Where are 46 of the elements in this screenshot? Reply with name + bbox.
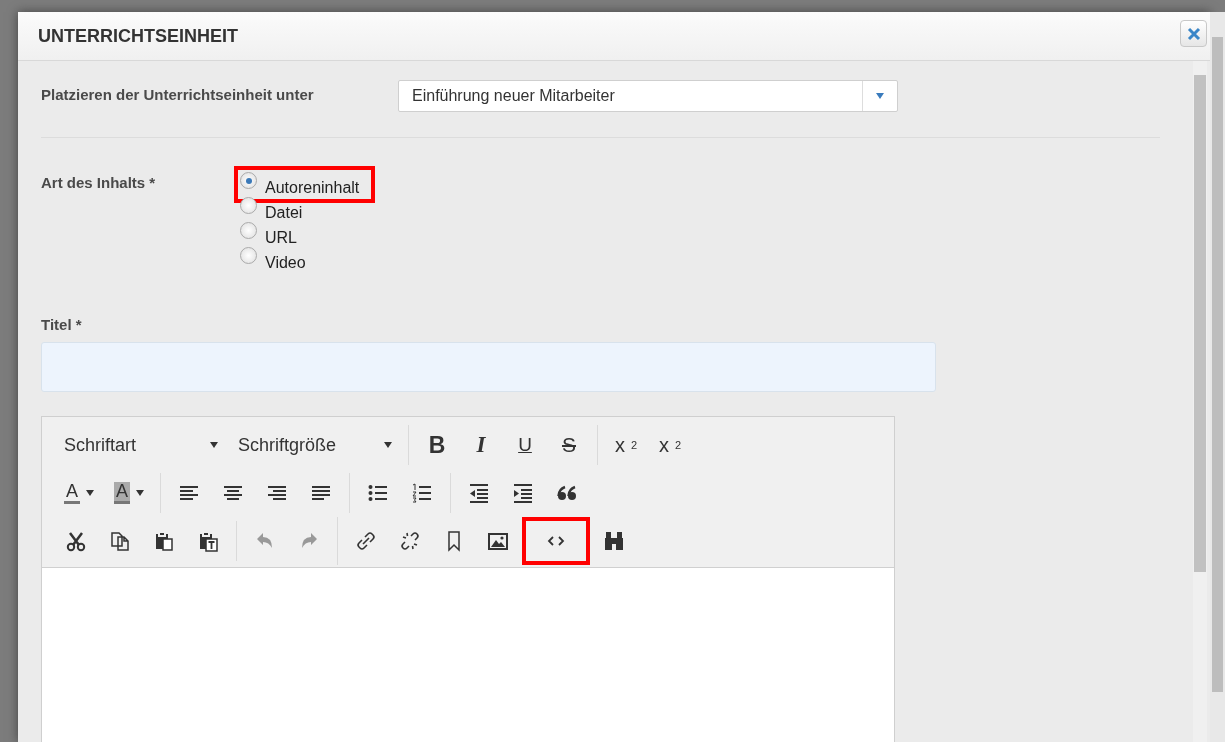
- radio-button[interactable]: [240, 247, 257, 264]
- scissors-icon: [65, 530, 87, 552]
- field-label: Art des Inhalts *: [41, 173, 157, 193]
- italic-button[interactable]: I: [461, 425, 501, 465]
- font-dropdown[interactable]: Schriftart: [56, 425, 226, 465]
- caret-icon: [384, 442, 392, 448]
- script-button[interactable]: x$^{2}$: [650, 425, 690, 465]
- radio-button[interactable]: [240, 222, 257, 239]
- bg-color-button[interactable]: A: [106, 473, 153, 513]
- text-color-button[interactable]: A: [56, 473, 102, 513]
- numbered-list-icon: [411, 482, 434, 504]
- clipboard-text-icon: [197, 530, 219, 552]
- image-icon: [487, 530, 509, 552]
- caret-icon: [210, 442, 218, 448]
- caret-icon: [86, 490, 94, 496]
- close-icon: [1185, 25, 1202, 42]
- radio-option[interactable]: Datei: [240, 197, 370, 222]
- scrollbar[interactable]: [1193, 61, 1207, 742]
- outdent-icon: [468, 482, 491, 504]
- radio-button[interactable]: [240, 172, 257, 189]
- bullet-list-icon: [367, 482, 390, 504]
- font-dropdown[interactable]: Schriftgröße: [230, 425, 400, 465]
- broken-link-icon: [399, 530, 421, 552]
- bold-button[interactable]: B: [417, 425, 457, 465]
- field-label: Platzieren der Unterrichtseinheit unter: [41, 85, 315, 103]
- underline-button[interactable]: U: [505, 425, 545, 465]
- dialog-title: UNTERRICHTSEINHEIT: [38, 25, 238, 47]
- caret-icon: [876, 93, 884, 99]
- letter-a: A: [114, 482, 131, 504]
- radio-option[interactable]: URL: [240, 222, 370, 247]
- radio-button[interactable]: [240, 197, 257, 214]
- copy-icon: [109, 530, 131, 552]
- letter-a: A: [64, 482, 80, 504]
- link-icon: [355, 530, 377, 552]
- clipboard-icon: [153, 530, 175, 552]
- radio-option[interactable]: Video: [240, 247, 370, 272]
- placement-dropdown[interactable]: Einführung neuer Mitarbeiter: [398, 80, 898, 112]
- close-button[interactable]: [1180, 20, 1207, 47]
- radio-option[interactable]: Autoreninhalt: [240, 172, 370, 197]
- strike-button[interactable]: S: [549, 425, 589, 465]
- binoculars-icon: [603, 530, 625, 552]
- source-button[interactable]: [522, 517, 590, 565]
- field-label: Titel *: [41, 316, 83, 333]
- caret-icon: [136, 490, 145, 496]
- indent-icon: [512, 482, 535, 504]
- page-scrollbar[interactable]: [1210, 12, 1225, 742]
